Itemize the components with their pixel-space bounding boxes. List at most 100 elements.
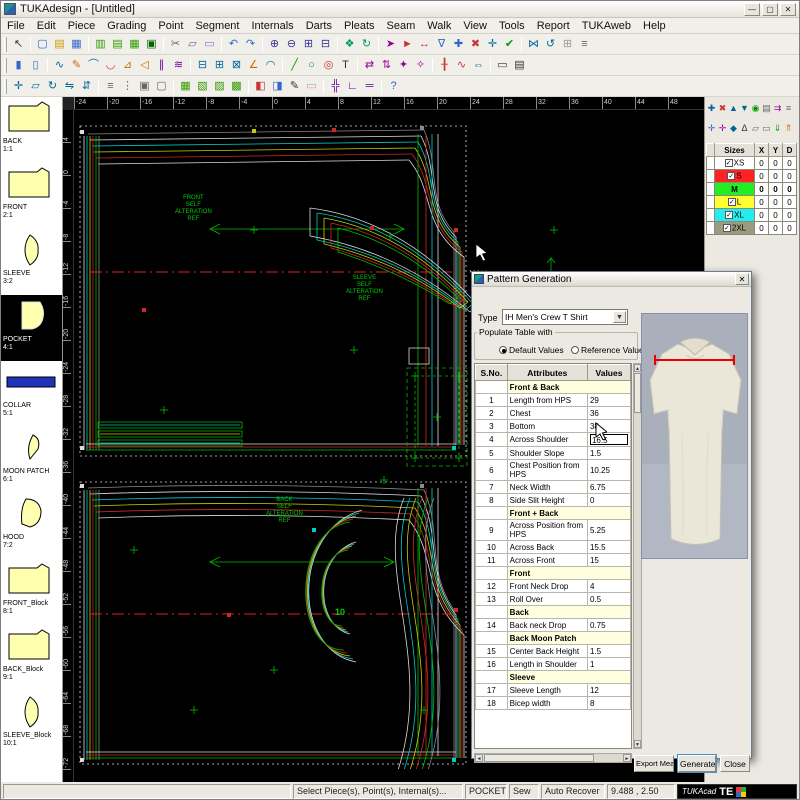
attribute-row[interactable]: 15Center Back Height1.5: [476, 645, 631, 658]
size-table-icon[interactable]: ▤: [109, 36, 126, 53]
pleat-icon[interactable]: ∥: [153, 57, 170, 74]
flip-horizontal-icon[interactable]: ⇋: [61, 78, 78, 95]
attribute-row[interactable]: 17Sleeve Length12: [476, 684, 631, 697]
attribute-row[interactable]: 7Neck Width6.75: [476, 481, 631, 494]
zoom-in-icon[interactable]: ⊕: [266, 36, 283, 53]
grade-y-plus-icon[interactable]: ✛: [717, 121, 728, 137]
add-point-icon[interactable]: ✚: [450, 36, 467, 53]
attribute-row[interactable]: 10Across Back15.5: [476, 541, 631, 554]
grade-y-icon[interactable]: ⇅: [378, 57, 395, 74]
menu-grading[interactable]: Grading: [101, 20, 152, 32]
scroll-down-icon[interactable]: ▼: [634, 740, 641, 748]
menu-file[interactable]: File: [1, 20, 31, 32]
split-horizontal-icon[interactable]: ⊟: [194, 57, 211, 74]
flip-vertical-icon[interactable]: ⇵: [78, 78, 95, 95]
menu-edit[interactable]: Edit: [31, 20, 62, 32]
full-piece-icon[interactable]: ▮: [10, 57, 27, 74]
style-dropdown[interactable]: IH Men's Crew T Shirt ▼: [502, 309, 628, 325]
delete-point-icon[interactable]: ✖: [467, 36, 484, 53]
section-row[interactable]: Sleeve: [476, 671, 631, 684]
size-checkbox-icon[interactable]: ✓: [725, 159, 733, 167]
scroll-up-icon[interactable]: ▲: [634, 364, 641, 372]
plot-icon[interactable]: ▭: [494, 57, 511, 74]
menu-tukaweb[interactable]: TUKAweb: [576, 20, 637, 32]
copy-piece-icon[interactable]: ▱: [27, 78, 44, 95]
distribute-icon[interactable]: ⋮: [119, 78, 136, 95]
spreadsheet-icon[interactable]: ▦: [126, 36, 143, 53]
drill-hole-icon[interactable]: ◎: [320, 57, 337, 74]
attribute-row[interactable]: 13Roll Over0.5: [476, 593, 631, 606]
mirror-icon[interactable]: ⋈: [525, 36, 542, 53]
base-size-icon[interactable]: ◉: [750, 101, 761, 117]
measure-line-icon[interactable]: ╂: [436, 57, 453, 74]
text-tool-icon[interactable]: T: [337, 57, 354, 74]
attribute-row[interactable]: 14Back neck Drop0.75: [476, 619, 631, 632]
attribute-row[interactable]: 3Bottom38: [476, 420, 631, 433]
pin-piece-icon[interactable]: ➤: [382, 36, 399, 53]
dialog-close-icon[interactable]: ✕: [735, 273, 749, 285]
move-point-icon[interactable]: ✛: [484, 36, 501, 53]
radio-reference-values[interactable]: Reference Values: [571, 345, 648, 355]
select-pointer-icon[interactable]: ↖: [10, 36, 27, 53]
section-row[interactable]: Back: [476, 606, 631, 619]
marker-icon[interactable]: ▦: [177, 78, 194, 95]
menu-help[interactable]: Help: [637, 20, 672, 32]
compare-pieces-icon[interactable]: ⇔: [470, 57, 487, 74]
size-up-icon[interactable]: ▲: [728, 101, 739, 117]
section-row[interactable]: Front & Back: [476, 381, 631, 394]
cut-icon[interactable]: ✂: [167, 36, 184, 53]
flag-point-icon[interactable]: ►: [399, 36, 416, 53]
piece-item-sleeve-block[interactable]: SLEEVE_Block10:1: [1, 691, 62, 757]
menu-report[interactable]: Report: [531, 20, 576, 32]
grid-icon[interactable]: ⊞: [559, 36, 576, 53]
attribute-row[interactable]: 6Chest Position from HPS10.25: [476, 460, 631, 481]
radio-selected-icon[interactable]: [499, 346, 507, 354]
half-piece-icon[interactable]: ▯: [27, 57, 44, 74]
piece-item-back[interactable]: BACK1:1: [1, 97, 62, 163]
print-icon[interactable]: ▤: [511, 57, 528, 74]
rotate-piece-icon[interactable]: ↻: [44, 78, 61, 95]
import-grade-icon[interactable]: ⇓: [772, 121, 783, 137]
scroll-left-icon[interactable]: ◄: [475, 754, 483, 762]
radio-default-values[interactable]: Default Values: [499, 345, 564, 355]
nest-pieces-icon[interactable]: ▧: [194, 78, 211, 95]
attribute-value[interactable]: 29: [587, 394, 630, 407]
piece-item-front-block[interactable]: FRONT_Block8:1: [1, 559, 62, 625]
new-file-icon[interactable]: ▢: [34, 36, 51, 53]
paste-grade-icon[interactable]: ▭: [761, 121, 772, 137]
attribute-row[interactable]: 16Length in Shoulder1: [476, 658, 631, 671]
add-seam-icon[interactable]: ⌒: [85, 57, 102, 74]
dropdown-arrow-icon[interactable]: ▼: [613, 311, 626, 323]
size-row-s[interactable]: ✓S000: [707, 170, 797, 183]
attribute-value[interactable]: 16.5: [587, 433, 630, 447]
attribute-row[interactable]: 5Shoulder Slope1.5: [476, 447, 631, 460]
layers-icon[interactable]: ◨: [269, 78, 286, 95]
refresh-view-icon[interactable]: ↻: [358, 36, 375, 53]
ungroup-icon[interactable]: ▢: [153, 78, 170, 95]
ruler-tool-icon[interactable]: ═: [361, 78, 378, 95]
attribute-value[interactable]: 0.75: [587, 619, 630, 632]
grade-view-icon[interactable]: ⇉: [772, 101, 783, 117]
attribute-value[interactable]: 4: [587, 580, 630, 593]
fold-dart-icon[interactable]: ◁: [136, 57, 153, 74]
attribute-value[interactable]: 1.5: [587, 447, 630, 460]
menu-point[interactable]: Point: [152, 20, 189, 32]
fillet-corner-icon[interactable]: ◠: [262, 57, 279, 74]
table-horizontal-scrollbar[interactable]: ◄ ►: [474, 753, 632, 763]
copy-icon[interactable]: ▱: [184, 36, 201, 53]
attribute-row[interactable]: 9Across Position from HPS5.25: [476, 520, 631, 541]
menu-view[interactable]: View: [457, 20, 493, 32]
grade-delta-icon[interactable]: Δ: [739, 121, 750, 137]
size-row-2xl[interactable]: ✓2XL000: [707, 222, 797, 235]
attribute-value[interactable]: 0: [587, 494, 630, 507]
attribute-value[interactable]: 10.25: [587, 460, 630, 481]
attribute-value[interactable]: 6.75: [587, 481, 630, 494]
piece-item-moon-patch[interactable]: MOON PATCH6:1: [1, 427, 62, 493]
grade-x-icon[interactable]: ⇄: [361, 57, 378, 74]
attribute-value[interactable]: 38: [587, 420, 630, 433]
walk-pieces-icon[interactable]: ❖: [341, 36, 358, 53]
size-checkbox-icon[interactable]: ✓: [727, 172, 735, 180]
paste-icon[interactable]: ▭: [201, 36, 218, 53]
save-file-icon[interactable]: ▦: [68, 36, 85, 53]
color-fill-icon[interactable]: ◧: [252, 78, 269, 95]
